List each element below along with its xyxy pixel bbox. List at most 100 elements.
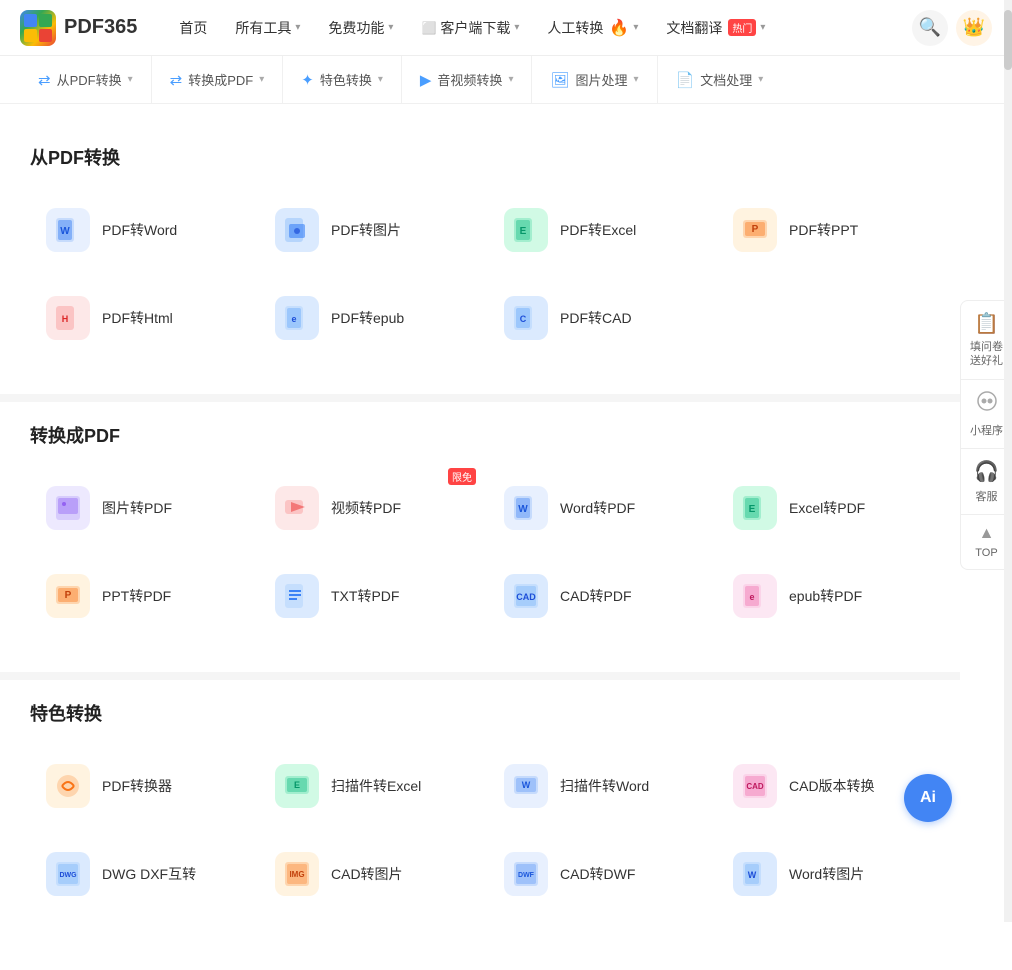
- fire-icon: 🔥: [609, 18, 629, 38]
- chevron-down-icon: ▾: [295, 22, 300, 33]
- subnav-from-pdf[interactable]: ⇄ 从PDF转换 ▾: [20, 56, 152, 103]
- chevron-icon: ▾: [259, 74, 264, 85]
- svg-text:H: H: [62, 314, 69, 324]
- tool-cad-to-dwf[interactable]: DWF CAD转DWF: [488, 838, 701, 910]
- hot-badge: 热门: [728, 19, 756, 36]
- subnav-to-pdf[interactable]: ⇄ 转换成PDF ▾: [152, 56, 284, 103]
- scrollbar-track[interactable]: [1004, 0, 1012, 922]
- tool-dwg-dxf[interactable]: DWG DWG DXF互转: [30, 838, 243, 910]
- nav-manual[interactable]: 人工转换 🔥 ▾: [535, 10, 650, 46]
- svg-text:E: E: [294, 780, 300, 790]
- tool-pdf-to-excel[interactable]: E PDF转Excel: [488, 194, 701, 266]
- nav-home[interactable]: 首页: [167, 10, 219, 46]
- dwg-dxf-icon: DWG: [46, 852, 90, 896]
- logo-text: PDF365: [64, 16, 137, 39]
- tool-pdf-to-img[interactable]: PDF转图片: [259, 194, 472, 266]
- tool-epub-to-pdf[interactable]: e epub转PDF: [717, 560, 930, 632]
- tool-txt-to-pdf[interactable]: TXT转PDF: [259, 560, 472, 632]
- nav-download[interactable]: ⬜ 客户端下载 ▾: [409, 10, 531, 46]
- tool-img-to-pdf[interactable]: 图片转PDF: [30, 472, 243, 544]
- tool-label: PDF转Excel: [560, 220, 636, 240]
- ai-button[interactable]: Ai: [904, 774, 952, 822]
- svg-text:C: C: [520, 314, 527, 324]
- tool-cad-to-img[interactable]: IMG CAD转图片: [259, 838, 472, 910]
- subnav-special[interactable]: ✦ 特色转换 ▾: [283, 56, 402, 103]
- svg-text:e: e: [291, 314, 296, 324]
- tool-label: Word转图片: [789, 864, 864, 884]
- tool-label: CAD转图片: [331, 864, 403, 884]
- subnav-video[interactable]: ▶ 音视频转换 ▾: [402, 56, 533, 103]
- svg-text:P: P: [752, 224, 759, 235]
- tool-cad-version[interactable]: CAD CAD版本转换: [717, 750, 930, 822]
- tool-label: CAD转PDF: [560, 586, 632, 606]
- special-grid: PDF转换器 E 扫描件转Excel W: [30, 750, 930, 910]
- to-pdf-title: 转换成PDF: [30, 422, 930, 448]
- up-arrow-icon: ▲: [979, 525, 995, 543]
- questionnaire-label: 填问卷送好礼: [970, 340, 1003, 369]
- svg-text:CAD: CAD: [516, 592, 536, 602]
- tool-pdf-to-word[interactable]: W PDF转Word: [30, 194, 243, 266]
- chevron-icon: ▾: [634, 74, 639, 85]
- tool-label: 扫描件转Excel: [331, 776, 421, 796]
- from-pdf-title: 从PDF转换: [30, 144, 930, 170]
- nav-translate[interactable]: 文档翻译 热门 ▾: [654, 10, 777, 46]
- crown-button[interactable]: 👑: [956, 10, 992, 46]
- tool-video-to-pdf[interactable]: 视频转PDF 限免: [259, 472, 472, 544]
- tool-label: PDF转换器: [102, 776, 172, 796]
- logo[interactable]: PDF365: [20, 10, 137, 46]
- pdf-to-epub-icon: e: [275, 296, 319, 340]
- video-to-pdf-icon: [275, 486, 319, 530]
- epub-to-pdf-icon: e: [733, 574, 777, 618]
- tool-label: PDF转epub: [331, 308, 404, 328]
- subnav-doc[interactable]: 📄 文档处理 ▾: [658, 56, 782, 103]
- tool-pdf-to-html[interactable]: H PDF转Html: [30, 282, 243, 354]
- svg-text:W: W: [748, 870, 757, 880]
- scan-to-word-icon: W: [504, 764, 548, 808]
- tool-label: PDF转Html: [102, 308, 173, 328]
- pdf-to-word-icon: W: [46, 208, 90, 252]
- top-navigation: PDF365 首页 所有工具 ▾ 免费功能 ▾ ⬜ 客户端下载 ▾ 人工转换 🔥…: [0, 0, 1012, 56]
- subnav-image[interactable]: 🖼 图片处理 ▾: [532, 56, 657, 103]
- image-icon: 🖼: [550, 71, 569, 89]
- tool-pdf-to-ppt[interactable]: P PDF转PPT: [717, 194, 930, 266]
- tool-scan-to-word[interactable]: W 扫描件转Word: [488, 750, 701, 822]
- tool-word-to-img[interactable]: W Word转图片: [717, 838, 930, 910]
- tool-scan-to-excel[interactable]: E 扫描件转Excel: [259, 750, 472, 822]
- txt-to-pdf-icon: [275, 574, 319, 618]
- tool-word-to-pdf[interactable]: W Word转PDF: [488, 472, 701, 544]
- free-badge: 限免: [448, 468, 476, 485]
- from-pdf-icon: ⇄: [38, 71, 51, 89]
- tool-label: Word转PDF: [560, 498, 635, 518]
- svg-text:e: e: [749, 592, 754, 602]
- chevron-down-icon: ▾: [633, 22, 638, 33]
- pdf-to-cad-icon: C: [504, 296, 548, 340]
- tool-pdf-to-cad[interactable]: C PDF转CAD: [488, 282, 701, 354]
- tool-label: CAD版本转换: [789, 776, 875, 796]
- cad-version-icon: CAD: [733, 764, 777, 808]
- tool-label: DWG DXF互转: [102, 864, 196, 884]
- special-section: 特色转换 PDF转换器 E: [30, 700, 930, 910]
- scrollbar-thumb[interactable]: [1004, 10, 1012, 70]
- tool-pdf-to-epub[interactable]: e PDF转epub: [259, 282, 472, 354]
- img-to-pdf-icon: [46, 486, 90, 530]
- svg-text:W: W: [60, 226, 70, 237]
- svg-text:DWG: DWG: [59, 872, 77, 879]
- chevron-icon: ▾: [378, 74, 383, 85]
- special-title: 特色转换: [30, 700, 930, 726]
- chevron-icon: ▾: [758, 74, 763, 85]
- tool-cad-to-pdf[interactable]: CAD CAD转PDF: [488, 560, 701, 632]
- miniprogram-icon: [976, 390, 998, 418]
- top-label: TOP: [975, 547, 997, 559]
- nav-free[interactable]: 免费功能 ▾: [316, 10, 405, 46]
- customer-service-label: 客服: [976, 488, 998, 504]
- nav-all-tools[interactable]: 所有工具 ▾: [223, 10, 312, 46]
- search-button[interactable]: 🔍: [912, 10, 948, 46]
- tool-pdf-converter[interactable]: PDF转换器: [30, 750, 243, 822]
- video-icon: ▶: [420, 71, 432, 89]
- from-pdf-section: 从PDF转换 W PDF转Word: [30, 144, 930, 354]
- tool-ppt-to-pdf[interactable]: P PPT转PDF: [30, 560, 243, 632]
- chevron-down-icon: ▾: [760, 22, 765, 33]
- to-pdf-icon: ⇄: [170, 71, 183, 89]
- tool-excel-to-pdf[interactable]: E Excel转PDF: [717, 472, 930, 544]
- chevron-down-icon: ▾: [388, 22, 393, 33]
